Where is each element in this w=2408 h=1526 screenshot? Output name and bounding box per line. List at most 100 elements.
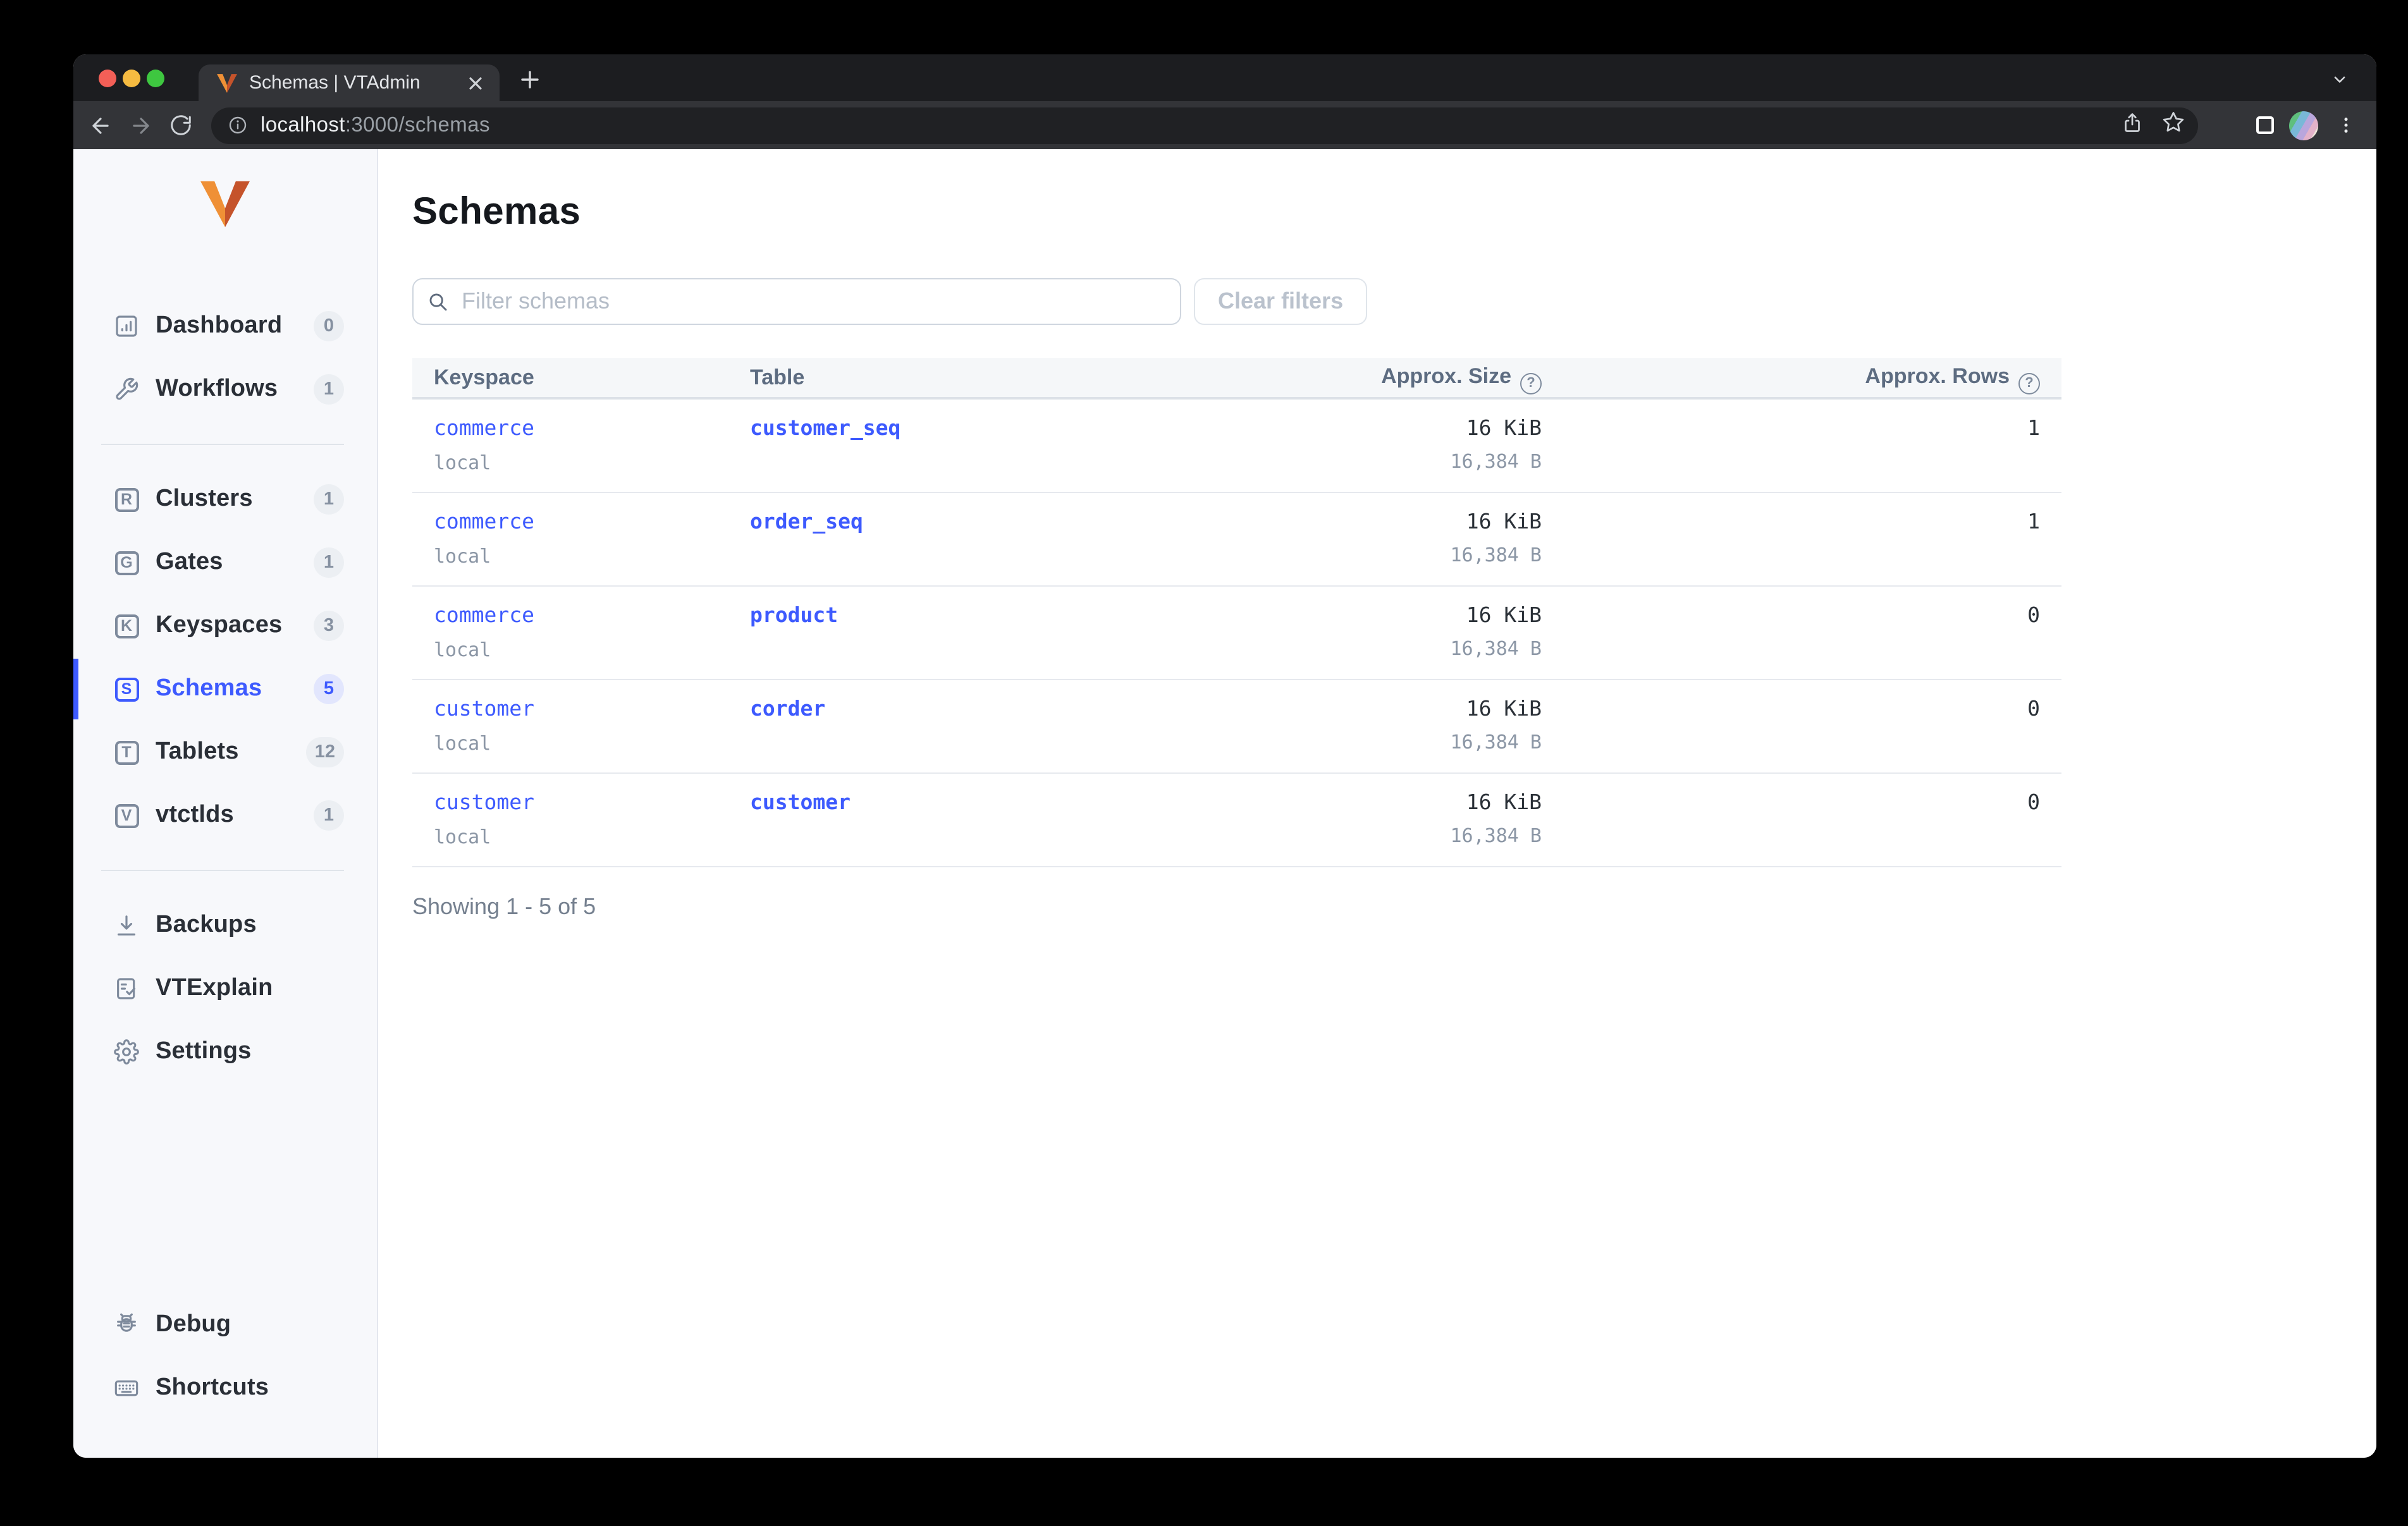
letter-box-icon-v: V bbox=[114, 803, 139, 828]
sidebar-item-keyspaces[interactable]: K Keyspaces 3 bbox=[73, 601, 377, 651]
schemas-table: Keyspace Table Approx. Size? Approx. Rows? … bbox=[412, 358, 2061, 867]
approx-size-value: 16 KiB bbox=[1466, 510, 1542, 534]
main-content: Schemas Clear filters Keyspace Table Appro… bbox=[378, 149, 2376, 1458]
minimize-window-button[interactable] bbox=[123, 70, 140, 87]
approx-rows-value: 0 bbox=[2027, 603, 2040, 627]
count-badge: 1 bbox=[314, 374, 344, 405]
bookmark-star-icon[interactable] bbox=[2161, 110, 2185, 140]
keyspace-link[interactable]: commerce bbox=[434, 603, 534, 627]
forward-button[interactable] bbox=[125, 110, 156, 140]
approx-rows-value: 0 bbox=[2027, 697, 2040, 721]
browser-tab[interactable]: Schemas | VTAdmin bbox=[199, 64, 500, 101]
new-tab-button[interactable] bbox=[513, 63, 546, 96]
size-bytes-value: 16,384 B bbox=[1450, 450, 1542, 473]
column-header-approx-rows: Approx. Rows? bbox=[1542, 365, 2040, 394]
sidebar-item-schemas[interactable]: S Schemas 5 bbox=[73, 659, 377, 719]
help-icon[interactable]: ? bbox=[1520, 372, 1542, 394]
approx-rows-value: 0 bbox=[2027, 790, 2040, 814]
vitess-logo[interactable] bbox=[73, 149, 377, 229]
cluster-label: local bbox=[434, 638, 491, 661]
screenshot-stage: Schemas | VTAdmin localhost:3000/schemas… bbox=[0, 0, 2408, 1526]
url-bar[interactable]: localhost:3000/schemas bbox=[211, 107, 2198, 143]
letter-box-icon-t: T bbox=[114, 740, 139, 765]
sidebar-item-shortcuts[interactable]: Shortcuts bbox=[73, 1363, 377, 1413]
cluster-label: local bbox=[434, 732, 491, 755]
sidebar-item-label: Workflows bbox=[156, 375, 278, 402]
profile-avatar[interactable] bbox=[2289, 111, 2318, 140]
keyspace-link[interactable]: customer bbox=[434, 790, 534, 814]
close-window-button[interactable] bbox=[99, 70, 116, 87]
cluster-label: local bbox=[434, 451, 491, 474]
tab-search-chevron-icon[interactable] bbox=[2326, 66, 2354, 94]
letter-box-icon-g: G bbox=[114, 550, 139, 575]
sidebar-item-debug[interactable]: Debug bbox=[73, 1300, 377, 1350]
table-link[interactable]: customer bbox=[750, 790, 851, 814]
keyspace-link[interactable]: customer bbox=[434, 697, 534, 721]
share-icon[interactable] bbox=[2121, 111, 2144, 140]
side-panel-icon[interactable] bbox=[2256, 116, 2274, 134]
site-info-icon[interactable] bbox=[224, 111, 252, 139]
download-icon bbox=[114, 913, 139, 938]
letter-box-icon-s: S bbox=[114, 676, 139, 702]
back-button[interactable] bbox=[85, 110, 115, 140]
letter-box-icon-k: K bbox=[114, 613, 139, 638]
table-link[interactable]: product bbox=[750, 603, 838, 627]
approx-size-value: 16 KiB bbox=[1466, 790, 1542, 814]
sidebar-item-dashboard[interactable]: Dashboard 0 bbox=[73, 301, 377, 351]
dashboard-icon bbox=[114, 314, 139, 339]
table-header-row: Keyspace Table Approx. Size? Approx. Rows? bbox=[412, 358, 2061, 400]
table-link[interactable]: order_seq bbox=[750, 510, 863, 534]
sidebar-item-settings[interactable]: Settings bbox=[73, 1027, 377, 1077]
sidebar-item-backups[interactable]: Backups bbox=[73, 900, 377, 951]
keyspace-link[interactable]: commerce bbox=[434, 510, 534, 534]
sidebar-item-label: Keyspaces bbox=[156, 612, 283, 638]
tab-close-icon[interactable] bbox=[464, 71, 487, 94]
keyboard-icon bbox=[114, 1376, 139, 1401]
table-link[interactable]: customer_seq bbox=[750, 416, 900, 440]
page-title: Schemas bbox=[412, 191, 581, 233]
browser-menu-icon[interactable] bbox=[2333, 113, 2359, 138]
count-badge: 3 bbox=[314, 611, 344, 641]
clear-filters-button[interactable]: Clear filters bbox=[1194, 278, 1368, 325]
filter-schemas-input[interactable] bbox=[412, 278, 1181, 325]
table-link[interactable]: corder bbox=[750, 697, 825, 721]
sidebar-item-label: Dashboard bbox=[156, 312, 283, 339]
approx-size-value: 16 KiB bbox=[1466, 416, 1542, 440]
help-icon[interactable]: ? bbox=[2018, 372, 2040, 394]
size-bytes-value: 16,384 B bbox=[1450, 824, 1542, 847]
sidebar-item-label: Shortcuts bbox=[156, 1374, 269, 1401]
tab-title: Schemas | VTAdmin bbox=[249, 72, 421, 94]
keyspace-link[interactable]: commerce bbox=[434, 416, 534, 440]
sidebar-bottom-nav: Debug Shortcuts bbox=[73, 1300, 377, 1458]
count-badge: 0 bbox=[314, 311, 344, 341]
sidebar-item-vtexplain[interactable]: VTExplain bbox=[73, 963, 377, 1014]
browser-window: Schemas | VTAdmin localhost:3000/schemas… bbox=[73, 54, 2376, 1458]
approx-rows-value: 1 bbox=[2027, 510, 2040, 534]
sidebar-nav: Dashboard 0 Workflows 1 R Clusters 1 G Gates 1 K Ke… bbox=[73, 301, 377, 1090]
gear-icon bbox=[114, 1039, 139, 1065]
sidebar-item-label: Debug bbox=[156, 1311, 231, 1338]
count-badge: 12 bbox=[305, 737, 344, 767]
size-bytes-value: 16,384 B bbox=[1450, 731, 1542, 754]
approx-size-value: 16 KiB bbox=[1466, 697, 1542, 721]
sidebar-item-label: Tablets bbox=[156, 738, 239, 765]
window-controls bbox=[99, 70, 164, 87]
size-bytes-value: 16,384 B bbox=[1450, 544, 1542, 566]
url-path: :3000/schemas bbox=[345, 113, 490, 136]
tab-strip: Schemas | VTAdmin bbox=[73, 54, 2376, 101]
results-count: Showing 1 - 5 of 5 bbox=[412, 894, 596, 919]
sidebar-item-workflows[interactable]: Workflows 1 bbox=[73, 364, 377, 415]
sidebar-item-gates[interactable]: G Gates 1 bbox=[73, 537, 377, 588]
cluster-label: local bbox=[434, 545, 491, 568]
zoom-window-button[interactable] bbox=[147, 70, 164, 87]
sidebar-divider bbox=[101, 870, 344, 871]
sidebar-divider bbox=[101, 444, 344, 445]
count-badge: 5 bbox=[314, 674, 344, 704]
sidebar-item-vtctlds[interactable]: Vvtctlds 1 bbox=[73, 790, 377, 841]
wrench-icon bbox=[114, 377, 139, 402]
filter-row: Clear filters bbox=[412, 278, 2376, 325]
url-host: localhost bbox=[261, 113, 345, 136]
reload-button[interactable] bbox=[166, 110, 196, 140]
sidebar-item-tablets[interactable]: T Tablets 12 bbox=[73, 727, 377, 778]
sidebar-item-clusters[interactable]: R Clusters 1 bbox=[73, 474, 377, 525]
